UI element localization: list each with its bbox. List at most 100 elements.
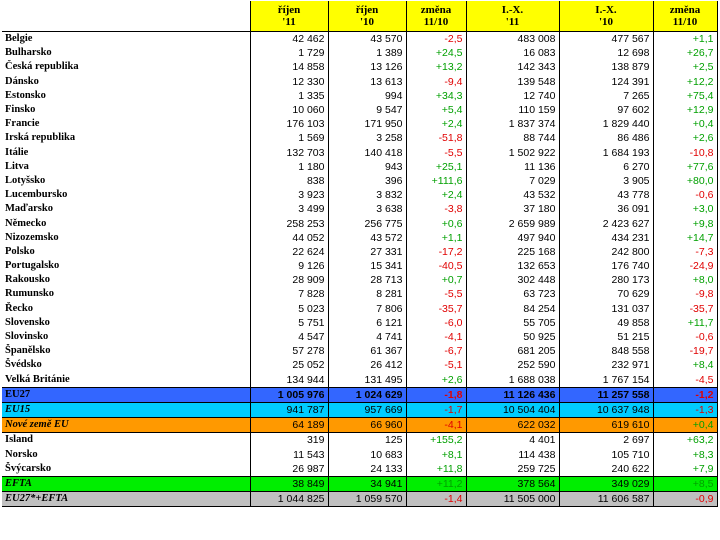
row-label: Česká republika: [5, 61, 79, 73]
cell-change-month: +2,6: [405, 372, 466, 388]
cell-change-ytd: -24,9: [652, 259, 717, 274]
cell-ytd11: 142 343: [465, 60, 559, 75]
cell-ytd11: 88 744: [465, 131, 559, 146]
cell-ytd11: 1 502 922: [465, 145, 559, 160]
row-label: EU27: [2, 386, 250, 403]
cell-oct11: 134 944: [249, 372, 328, 388]
cell-ytd11: 50 925: [465, 329, 559, 345]
header-oct10: říjen '10: [327, 1, 406, 32]
table-row: Finsko 10 060 9 547 +5,4 110 159 97 602 +12,9: [2, 102, 717, 118]
cell-ytd10: 6 270: [558, 159, 653, 174]
cell-ytd10: 51 215: [558, 329, 653, 345]
cell-change-ytd: -7,3: [652, 244, 717, 259]
cell-oct11: 3 499: [249, 202, 328, 217]
cell-change-month: -35,7: [405, 301, 466, 316]
cell-oct10: 4 741: [327, 329, 406, 345]
cell-ytd11: 43 532: [465, 188, 559, 203]
row-label: Dánsko: [5, 75, 39, 87]
table-row: Nové země EU 64 189 66 960 -4,1 622 032 619 6…: [2, 417, 717, 434]
cell-oct10: 957 669: [327, 402, 406, 419]
cell-oct11: 38 849: [249, 475, 328, 493]
cell-ytd10: 105 710: [558, 447, 653, 462]
cell-ytd11: 11 126 436: [465, 386, 559, 403]
table-row: EU27 1 005 976 1 024 629 -1,8 11 126 436 11 2…: [2, 386, 717, 403]
row-label: Irská republika: [5, 132, 76, 144]
cell-ytd11: 378 564: [465, 475, 559, 493]
cell-change-ytd: -10,8: [652, 145, 717, 160]
cell-change-ytd: +8,0: [652, 273, 717, 288]
cell-ytd10: 97 602: [558, 102, 653, 118]
table-row: Německo 258 253 256 775 +0,6 2 659 989 2 423 …: [2, 216, 717, 231]
cell-oct10: 171 950: [327, 117, 406, 132]
cell-change-ytd: +3,0: [652, 202, 717, 217]
cell-oct11: 176 103: [249, 117, 328, 132]
cell-change-month: +2,4: [405, 188, 466, 203]
cell-change-ytd: -4,5: [652, 372, 717, 388]
cell-ytd11: 12 740: [465, 88, 559, 103]
cell-change-ytd: +8,4: [652, 358, 717, 373]
cell-ytd10: 10 637 948: [558, 402, 653, 419]
cell-change-ytd: -0,9: [652, 491, 717, 508]
cell-ytd11: 2 659 989: [465, 216, 559, 231]
table-row: Polsko 22 624 27 331 -17,2 225 168 242 800 -7,…: [2, 244, 717, 259]
cell-ytd11: 16 083: [465, 46, 559, 61]
cell-oct10: 6 121: [327, 315, 406, 330]
cell-ytd11: 252 590: [465, 358, 559, 373]
cell-oct10: 1 024 629: [327, 386, 406, 403]
cell-change-ytd: +0,4: [652, 417, 717, 434]
cell-oct11: 1 180: [249, 159, 328, 174]
cell-change-ytd: +75,4: [652, 88, 717, 103]
row-label: Itálie: [5, 146, 29, 158]
cell-oct11: 1 005 976: [249, 386, 328, 403]
row-label: Nové země EU: [2, 417, 250, 434]
cell-ytd11: 55 705: [465, 315, 559, 330]
row-label: Řecko: [5, 302, 33, 314]
cell-ytd11: 110 159: [465, 102, 559, 118]
cell-oct11: 12 330: [249, 74, 328, 89]
table-row: Česká republika 14 858 13 126 +13,2 142 343 1…: [2, 60, 717, 75]
cell-oct10: 3 258: [327, 131, 406, 146]
cell-oct11: 44 052: [249, 230, 328, 245]
cell-oct10: 13 126: [327, 60, 406, 75]
cell-oct11: 319: [249, 432, 328, 448]
cell-ytd10: 1 829 440: [558, 117, 653, 132]
cell-ytd10: 477 567: [558, 31, 653, 47]
cell-oct11: 10 060: [249, 102, 328, 118]
cell-ytd10: 434 231: [558, 230, 653, 245]
header-row: říjen '11 říjen '10 změna 11/10 I.-X. '11 I.…: [2, 1, 717, 32]
cell-change-ytd: -0,6: [652, 329, 717, 345]
cell-oct11: 11 543: [249, 447, 328, 462]
table-row: Maďarsko 3 499 3 638 -3,8 37 180 36 091 +3,0: [2, 202, 717, 217]
table-row: EFTA 38 849 34 941 +11,2 378 564 349 029 +8,5: [2, 475, 717, 493]
cell-oct11: 941 787: [249, 402, 328, 419]
cell-change-month: -5,5: [405, 287, 466, 302]
cell-ytd10: 124 391: [558, 74, 653, 89]
cell-change-ytd: +26,7: [652, 46, 717, 61]
cell-change-month: +0,7: [405, 273, 466, 288]
cell-change-ytd: +80,0: [652, 173, 717, 189]
cell-change-ytd: -1,2: [652, 386, 717, 403]
cell-change-month: +1,1: [405, 230, 466, 245]
row-label: EFTA: [2, 475, 250, 493]
cell-change-ytd: -1,3: [652, 402, 717, 419]
table-body: říjen '11 říjen '10 změna 11/10 I.-X. '11 I.…: [2, 1, 717, 508]
cell-ytd10: 619 610: [558, 417, 653, 434]
cell-oct11: 1 335: [249, 88, 328, 103]
cell-oct11: 14 858: [249, 60, 328, 75]
cell-change-month: +11,8: [405, 461, 466, 477]
table-row: Španělsko 57 278 61 367 -6,7 681 205 848 558-…: [2, 344, 717, 359]
row-label: EU15: [2, 402, 250, 419]
row-label: Finsko: [5, 104, 36, 116]
table-row: Rumunsko 7 828 8 281 -5,5 63 723 70 629 -9,8: [2, 287, 717, 302]
table-row: Francie 176 103 171 950 +2,4 1 837 374 1 829 …: [2, 117, 717, 132]
cell-change-ytd: -19,7: [652, 344, 717, 359]
row-label: Island: [5, 434, 34, 446]
cell-oct11: 26 987: [249, 461, 328, 477]
cell-oct11: 4 547: [249, 329, 328, 345]
cell-ytd11: 4 401: [465, 432, 559, 448]
cell-change-month: -1,7: [405, 402, 466, 419]
cell-oct11: 25 052: [249, 358, 328, 373]
row-label: Švédsko: [5, 359, 42, 371]
cell-change-month: -6,7: [405, 344, 466, 359]
cell-oct10: 994: [327, 88, 406, 103]
